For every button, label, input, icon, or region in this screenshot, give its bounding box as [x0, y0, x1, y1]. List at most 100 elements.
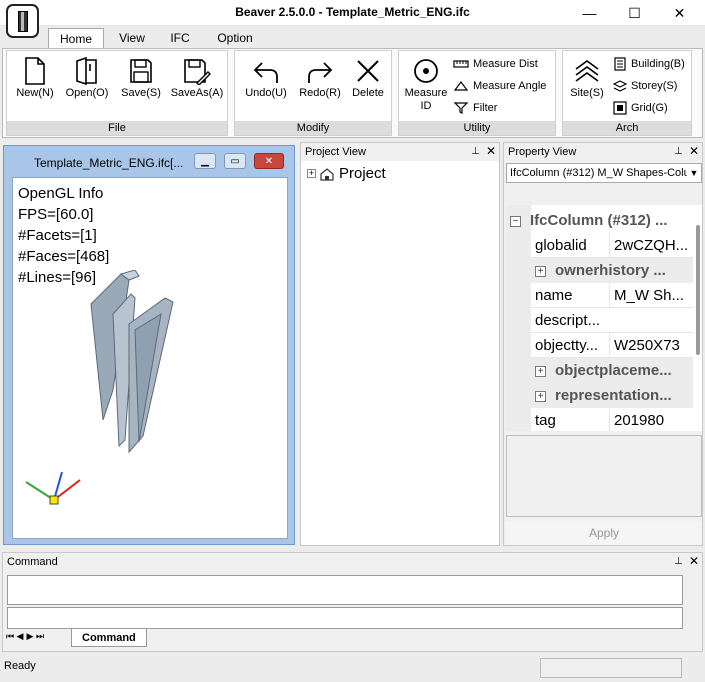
filter-funnel-icon	[453, 102, 469, 114]
apply-button[interactable]: Apply	[506, 521, 702, 545]
undo-label: Undo(U)	[245, 87, 287, 99]
delete-button[interactable]: Delete	[347, 57, 389, 99]
status-bar: Ready	[0, 656, 705, 682]
property-group-label: objectplaceme...	[555, 362, 672, 379]
property-group-row[interactable]: + objectplaceme...	[531, 358, 693, 383]
property-group-row[interactable]: + representation...	[531, 383, 693, 408]
facets-readout: #Facets=[1]	[18, 227, 97, 244]
building-button[interactable]: Building(B)	[613, 55, 685, 73]
property-group-root-label: IfcColumn (#312) ...	[530, 212, 668, 229]
property-group-row[interactable]: + ownerhistory ...	[531, 258, 693, 283]
command-title: Command	[7, 556, 58, 568]
tab-view[interactable]: View	[108, 28, 156, 48]
ribbon-group-arch: Site(S) Building(B) Storey(S) Grid(G) Ar…	[562, 50, 692, 136]
group-label-modify: Modify	[235, 121, 391, 135]
save-as-label: SaveAs(A)	[170, 87, 224, 99]
property-scrollbar[interactable]	[696, 225, 700, 355]
command-close-button[interactable]: ✕	[689, 554, 699, 568]
measure-id-button[interactable]: Measure ID	[401, 57, 451, 113]
redo-button[interactable]: Redo(R)	[297, 57, 343, 99]
filter-button[interactable]: Filter	[453, 99, 497, 117]
storey-label: Storey(S)	[631, 80, 678, 92]
3d-viewport[interactable]: OpenGL Info FPS=[60.0] #Facets=[1] #Face…	[12, 177, 288, 539]
tab-home[interactable]: Home	[48, 28, 104, 48]
project-tree[interactable]: + Project	[301, 161, 499, 545]
column-model[interactable]	[73, 270, 193, 470]
tree-expand-icon[interactable]: +	[307, 169, 316, 178]
save-label: Save(S)	[121, 87, 161, 99]
measure-dist-button[interactable]: Measure Dist	[453, 55, 538, 73]
axis-gizmo-icon	[25, 471, 81, 505]
project-house-icon	[320, 167, 334, 181]
storey-button[interactable]: Storey(S)	[613, 77, 677, 95]
ribbon-group-modify: Undo(U) Redo(R) Delete Modify	[234, 50, 392, 136]
pin-icon[interactable]: ⊥	[674, 146, 683, 157]
chevron-down-icon[interactable]: ▼	[687, 164, 701, 182]
grid-icon	[613, 101, 627, 115]
new-button[interactable]: New(N)	[15, 57, 55, 99]
property-row[interactable]: objectty... W250X73	[531, 333, 693, 358]
fps-readout: FPS=[60.0]	[18, 206, 94, 223]
first-tab-icon[interactable]: ⏮	[5, 631, 15, 642]
property-value[interactable]: W250X73	[609, 333, 693, 358]
expand-icon[interactable]: +	[535, 365, 546, 377]
property-grid[interactable]: − IfcColumn (#312) ... globalid 2wCZQH... …	[506, 205, 702, 431]
doc-minimize-button[interactable]: ▁	[194, 153, 216, 169]
property-value[interactable]: M_W Sh...	[609, 283, 693, 308]
doc-close-button[interactable]: ✕	[254, 153, 284, 169]
command-header: Command	[3, 553, 702, 571]
ribbon-group-file: New(N) Open(O) Save(S) SaveAs(A) File	[6, 50, 228, 136]
property-row[interactable]: name M_W Sh...	[531, 283, 693, 308]
property-value[interactable]: 2wCZQH...	[609, 233, 693, 258]
tab-option[interactable]: Option	[206, 28, 264, 48]
expand-icon[interactable]: +	[535, 390, 546, 402]
faces-readout: #Faces=[468]	[18, 248, 110, 265]
undo-button[interactable]: Undo(U)	[243, 57, 289, 99]
tree-item-project[interactable]: + Project	[307, 165, 386, 182]
expand-icon[interactable]: +	[535, 265, 546, 277]
property-group-root[interactable]: − IfcColumn (#312) ...	[510, 208, 696, 233]
open-button[interactable]: Open(O)	[63, 57, 111, 99]
grid-button[interactable]: Grid(G)	[613, 99, 668, 117]
tab-ifc[interactable]: IFC	[158, 28, 202, 48]
grid-label: Grid(G)	[631, 102, 668, 114]
minimize-button[interactable]: —	[567, 0, 612, 26]
pin-icon[interactable]: ⊥	[471, 146, 480, 157]
property-row[interactable]: descript...	[531, 308, 693, 333]
next-tab-icon[interactable]: ▶	[25, 631, 35, 642]
doc-restore-button[interactable]: ▭	[224, 153, 246, 169]
property-view-close-button[interactable]: ✕	[689, 144, 699, 158]
tab-command[interactable]: Command	[71, 629, 147, 647]
site-button[interactable]: Site(S)	[565, 57, 609, 99]
opengl-info-title: OpenGL Info	[18, 185, 104, 202]
last-tab-icon[interactable]: ⏭	[35, 631, 45, 642]
property-key: objectty...	[535, 337, 599, 354]
command-input[interactable]	[7, 607, 683, 629]
maximize-button[interactable]: ☐	[612, 0, 657, 26]
prev-tab-icon[interactable]: ◀	[15, 631, 25, 642]
undo-arrow-icon	[253, 62, 278, 83]
document-window[interactable]: Template_Metric_ENG.ifc[... ▁ ▭ ✕ OpenGL…	[3, 145, 295, 545]
pin-icon[interactable]: ⊥	[674, 556, 683, 567]
project-view-close-button[interactable]: ✕	[486, 144, 496, 158]
collapse-icon[interactable]: −	[510, 215, 521, 227]
delete-x-icon	[357, 60, 379, 82]
property-row[interactable]: globalid 2wCZQH...	[531, 233, 693, 258]
building-icon	[614, 57, 626, 71]
property-value[interactable]: 201980	[609, 408, 693, 431]
group-label-utility: Utility	[399, 121, 555, 135]
tree-item-label: Project	[339, 165, 386, 182]
status-text: Ready	[4, 660, 36, 672]
save-as-button[interactable]: SaveAs(A)	[169, 57, 225, 99]
project-view-panel: Project View ⊥ ✕ + Project	[300, 142, 500, 546]
save-button[interactable]: Save(S)	[119, 57, 163, 99]
property-row[interactable]: tag 201980	[531, 408, 693, 431]
close-window-button[interactable]: ✕	[657, 0, 702, 26]
ruler-icon	[453, 60, 469, 68]
save-as-icon	[184, 59, 211, 85]
project-view-header: Project View	[301, 143, 499, 161]
measure-angle-button[interactable]: Measure Angle	[453, 77, 546, 95]
object-selector-dropdown[interactable]: IfcColumn (#312) M_W Shapes-Column ▼	[506, 163, 702, 183]
delete-label: Delete	[352, 87, 384, 99]
app-logo-icon[interactable]	[6, 4, 39, 38]
